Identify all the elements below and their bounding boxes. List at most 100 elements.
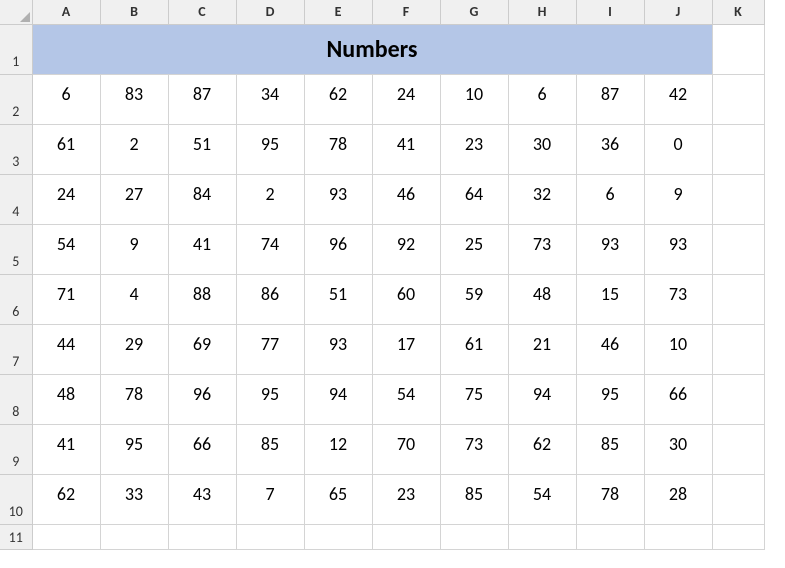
cell-I5[interactable]: 93 [576, 225, 644, 275]
row-header-8[interactable]: 8 [0, 375, 32, 425]
cell-A8[interactable]: 48 [32, 375, 100, 425]
cell-H11[interactable] [508, 525, 576, 550]
cell-K6[interactable] [712, 275, 764, 325]
cell-B3[interactable]: 2 [100, 125, 168, 175]
row-header-1[interactable]: 1 [0, 25, 32, 75]
cell-G11[interactable] [440, 525, 508, 550]
cell-B2[interactable]: 83 [100, 75, 168, 125]
cell-A10[interactable]: 62 [32, 475, 100, 525]
cell-C5[interactable]: 41 [168, 225, 236, 275]
cell-D11[interactable] [236, 525, 304, 550]
cell-J5[interactable]: 93 [644, 225, 712, 275]
cell-J6[interactable]: 73 [644, 275, 712, 325]
column-header-A[interactable]: A [32, 0, 100, 25]
cell-I10[interactable]: 78 [576, 475, 644, 525]
select-all-corner[interactable] [0, 0, 32, 25]
cell-C8[interactable]: 96 [168, 375, 236, 425]
cell-D10[interactable]: 7 [236, 475, 304, 525]
row-header-5[interactable]: 5 [0, 225, 32, 275]
cell-A4[interactable]: 24 [32, 175, 100, 225]
cell-C7[interactable]: 69 [168, 325, 236, 375]
cell-J7[interactable]: 10 [644, 325, 712, 375]
column-header-H[interactable]: H [508, 0, 576, 25]
row-header-3[interactable]: 3 [0, 125, 32, 175]
row-header-11[interactable]: 11 [0, 525, 32, 550]
cell-K11[interactable] [712, 525, 764, 550]
cell-J4[interactable]: 9 [644, 175, 712, 225]
cell-H3[interactable]: 30 [508, 125, 576, 175]
cell-G10[interactable]: 85 [440, 475, 508, 525]
row-header-6[interactable]: 6 [0, 275, 32, 325]
cell-G6[interactable]: 59 [440, 275, 508, 325]
cell-J2[interactable]: 42 [644, 75, 712, 125]
cell-G8[interactable]: 75 [440, 375, 508, 425]
cell-D4[interactable]: 2 [236, 175, 304, 225]
cell-K8[interactable] [712, 375, 764, 425]
cell-H2[interactable]: 6 [508, 75, 576, 125]
cell-F7[interactable]: 17 [372, 325, 440, 375]
cell-I9[interactable]: 85 [576, 425, 644, 475]
cell-E3[interactable]: 78 [304, 125, 372, 175]
cell-A7[interactable]: 44 [32, 325, 100, 375]
cell-K1[interactable] [712, 25, 764, 75]
row-header-7[interactable]: 7 [0, 325, 32, 375]
cell-F4[interactable]: 46 [372, 175, 440, 225]
column-header-D[interactable]: D [236, 0, 304, 25]
cell-G9[interactable]: 73 [440, 425, 508, 475]
cell-A9[interactable]: 41 [32, 425, 100, 475]
cell-F2[interactable]: 24 [372, 75, 440, 125]
row-header-2[interactable]: 2 [0, 75, 32, 125]
cell-D9[interactable]: 85 [236, 425, 304, 475]
cell-E11[interactable] [304, 525, 372, 550]
cell-B8[interactable]: 78 [100, 375, 168, 425]
cell-G7[interactable]: 61 [440, 325, 508, 375]
cell-C6[interactable]: 88 [168, 275, 236, 325]
column-header-F[interactable]: F [372, 0, 440, 25]
cell-I6[interactable]: 15 [576, 275, 644, 325]
cell-C10[interactable]: 43 [168, 475, 236, 525]
cell-J11[interactable] [644, 525, 712, 550]
cell-I2[interactable]: 87 [576, 75, 644, 125]
cell-F6[interactable]: 60 [372, 275, 440, 325]
cell-A11[interactable] [32, 525, 100, 550]
cell-K10[interactable] [712, 475, 764, 525]
cell-J8[interactable]: 66 [644, 375, 712, 425]
cell-B10[interactable]: 33 [100, 475, 168, 525]
cell-F8[interactable]: 54 [372, 375, 440, 425]
cell-I4[interactable]: 6 [576, 175, 644, 225]
cell-F11[interactable] [372, 525, 440, 550]
cell-C9[interactable]: 66 [168, 425, 236, 475]
cell-I8[interactable]: 95 [576, 375, 644, 425]
cell-F9[interactable]: 70 [372, 425, 440, 475]
cell-E7[interactable]: 93 [304, 325, 372, 375]
cell-D5[interactable]: 74 [236, 225, 304, 275]
cell-B6[interactable]: 4 [100, 275, 168, 325]
cell-K5[interactable] [712, 225, 764, 275]
cell-C4[interactable]: 84 [168, 175, 236, 225]
cell-A2[interactable]: 6 [32, 75, 100, 125]
cell-K2[interactable] [712, 75, 764, 125]
cell-H7[interactable]: 21 [508, 325, 576, 375]
column-header-B[interactable]: B [100, 0, 168, 25]
cell-D7[interactable]: 77 [236, 325, 304, 375]
cell-I7[interactable]: 46 [576, 325, 644, 375]
cell-H5[interactable]: 73 [508, 225, 576, 275]
cell-A3[interactable]: 61 [32, 125, 100, 175]
cell-G4[interactable]: 64 [440, 175, 508, 225]
column-header-E[interactable]: E [304, 0, 372, 25]
cell-G3[interactable]: 23 [440, 125, 508, 175]
column-header-G[interactable]: G [440, 0, 508, 25]
cell-F3[interactable]: 41 [372, 125, 440, 175]
column-header-I[interactable]: I [576, 0, 644, 25]
cell-E5[interactable]: 96 [304, 225, 372, 275]
column-header-C[interactable]: C [168, 0, 236, 25]
cell-C3[interactable]: 51 [168, 125, 236, 175]
cell-E9[interactable]: 12 [304, 425, 372, 475]
title-cell[interactable]: Numbers [32, 25, 712, 75]
cell-G2[interactable]: 10 [440, 75, 508, 125]
cell-F5[interactable]: 92 [372, 225, 440, 275]
cell-F10[interactable]: 23 [372, 475, 440, 525]
column-header-K[interactable]: K [712, 0, 764, 25]
cell-G5[interactable]: 25 [440, 225, 508, 275]
cell-C11[interactable] [168, 525, 236, 550]
